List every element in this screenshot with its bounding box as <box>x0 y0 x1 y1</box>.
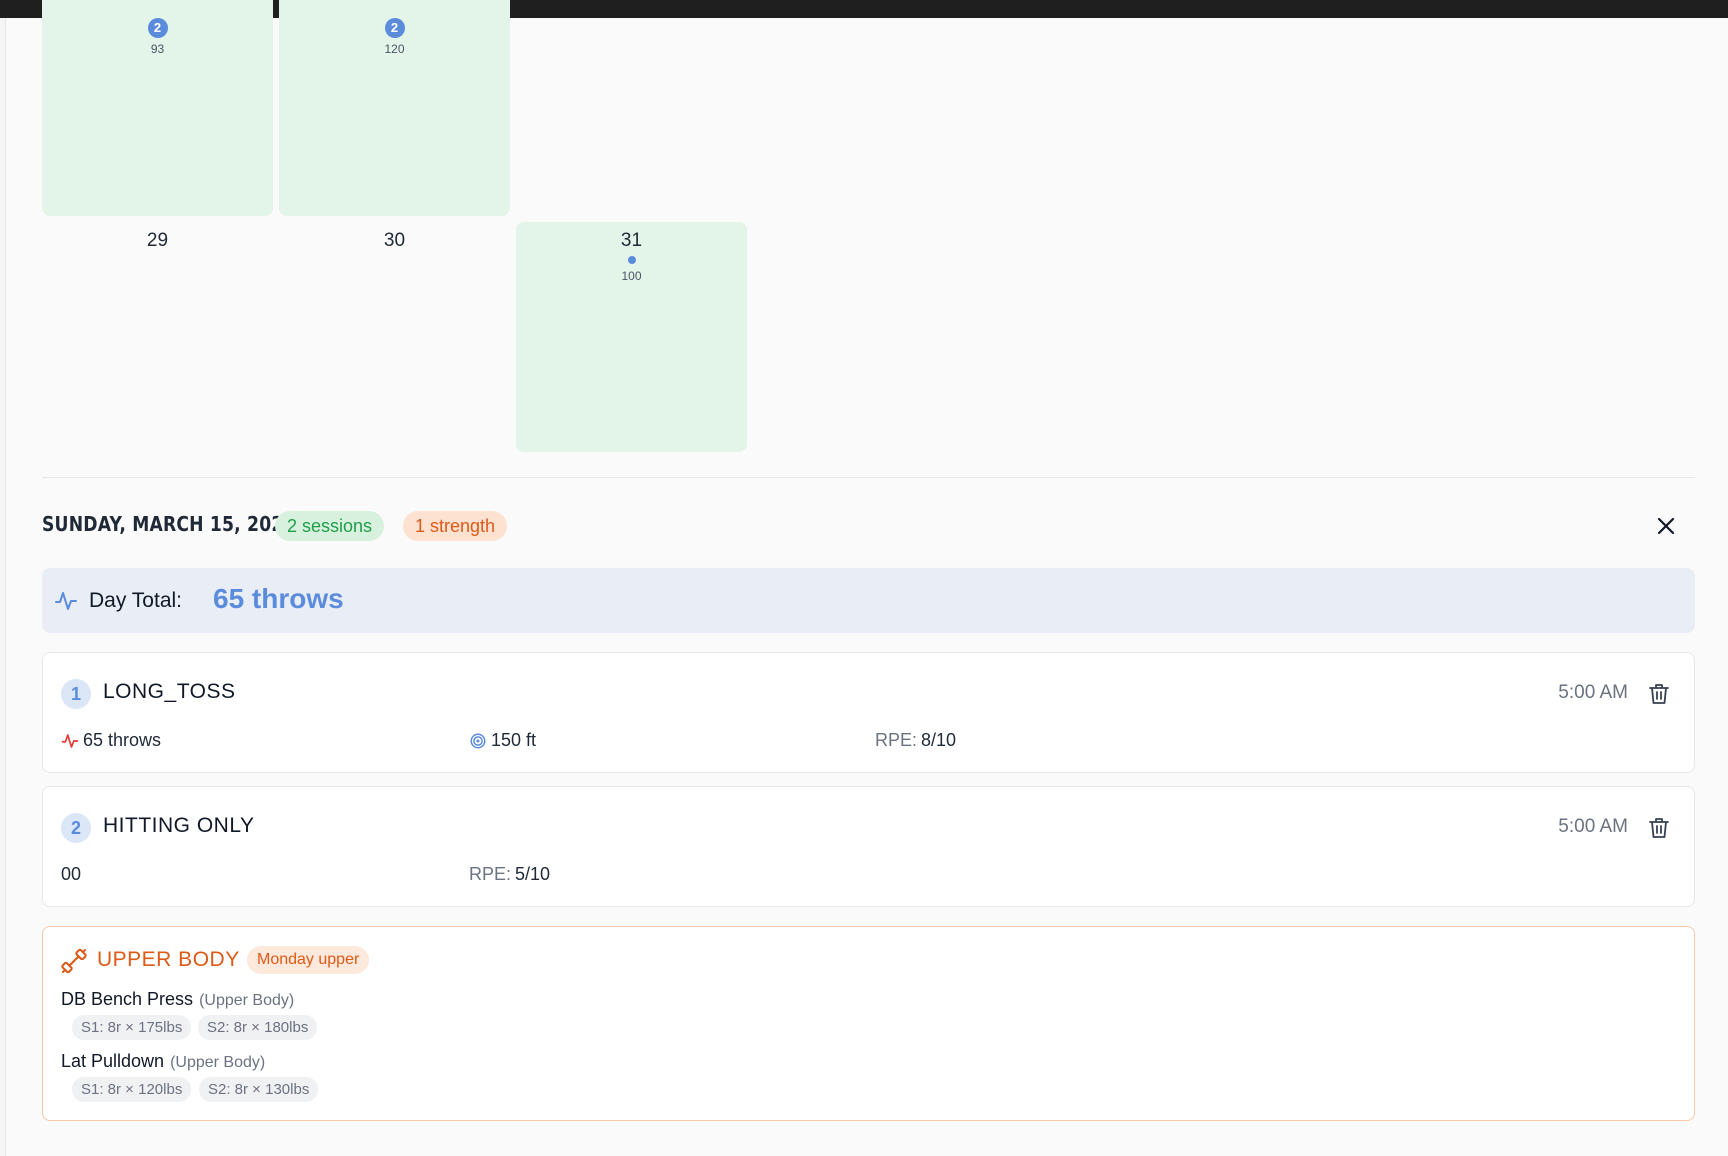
calendar-day-cell[interactable]: 29 <box>42 222 273 452</box>
exercise-row: Lat Pulldown (Upper Body) <box>61 1051 265 1072</box>
set-chip: S1: 8r × 120lbs <box>72 1077 192 1102</box>
strength-title: UPPER BODY <box>97 948 240 971</box>
session-card[interactable]: 2 HITTING ONLY 5:00 AM 00 RPE: 5/10 <box>42 786 1695 907</box>
set-chip: S1: 8r × 175lbs <box>72 1015 192 1040</box>
throw-count: 93 <box>150 42 165 56</box>
exercise-row: DB Bench Press (Upper Body) <box>61 989 294 1010</box>
rpe-value: 5/10 <box>515 864 551 884</box>
session-time: 5:00 AM <box>1558 816 1628 837</box>
strength-card[interactable]: UPPER BODY Monday upper DB Bench Press (U… <box>42 926 1695 1121</box>
distance-stat: 150 ft <box>469 730 536 751</box>
session-value: 00 <box>61 864 81 885</box>
exercise-category: (Upper Body) <box>199 992 295 1009</box>
day-total-label: Day Total: <box>89 589 182 612</box>
day-number: 29 <box>146 230 169 251</box>
trash-icon <box>1649 684 1669 704</box>
session-number: 2 <box>61 813 91 843</box>
close-icon <box>1657 517 1675 535</box>
exercise-category: (Upper Body) <box>170 1054 266 1071</box>
rpe-stat: RPE: 5/10 <box>469 864 550 885</box>
session-number: 1 <box>61 679 91 709</box>
activity-icon <box>55 592 77 610</box>
calendar-day-cell[interactable]: 2 93 <box>42 0 273 216</box>
set-chip: S2: 8r × 130lbs <box>199 1077 319 1102</box>
selected-date-title: SUNDAY, MARCH 15, 2026 <box>42 512 296 536</box>
divider <box>42 477 1695 478</box>
session-time: 5:00 AM <box>1558 682 1628 703</box>
day-number: 31 <box>620 230 643 251</box>
calendar-day-cell[interactable]: 31 100 <box>516 222 747 452</box>
calendar-day-cell[interactable]: 2 120 <box>279 0 510 216</box>
day-number: 30 <box>383 230 406 251</box>
exercise-name: DB Bench Press <box>61 989 194 1009</box>
session-name: HITTING ONLY <box>103 814 255 837</box>
rpe-label: RPE: <box>875 730 918 750</box>
sessions-badge: 2 sessions <box>275 511 385 541</box>
session-value-text: 00 <box>61 864 82 884</box>
session-count-badge: 2 <box>384 18 405 38</box>
delete-session-button[interactable] <box>1646 815 1672 841</box>
activity-icon <box>61 733 79 748</box>
delete-session-button[interactable] <box>1646 681 1672 707</box>
throw-count: 100 <box>621 269 642 283</box>
workout-tag: Monday upper <box>247 946 370 974</box>
close-button[interactable] <box>1653 513 1679 539</box>
set-chip: S2: 8r × 180lbs <box>198 1015 318 1040</box>
throws-value: 65 throws <box>83 730 162 750</box>
throw-count: 120 <box>384 42 405 56</box>
session-count-badge: 2 <box>147 18 168 38</box>
target-icon <box>470 733 486 748</box>
rpe-value: 8/10 <box>921 730 957 750</box>
throws-stat: 65 throws <box>61 730 161 751</box>
session-dot <box>627 256 636 264</box>
exercise-name: Lat Pulldown <box>61 1051 165 1071</box>
session-name: LONG_TOSS <box>103 680 236 703</box>
day-total-banner: Day Total: 65 throws <box>42 568 1695 633</box>
trash-icon <box>1649 818 1669 838</box>
day-total-value: 65 throws <box>213 583 344 614</box>
dumbbell-icon <box>61 948 87 974</box>
strength-badge: 1 strength <box>403 511 508 541</box>
rpe-label: RPE: <box>469 864 512 884</box>
session-card[interactable]: 1 LONG_TOSS 5:00 AM 65 throws 150 ft RPE… <box>42 652 1695 773</box>
rpe-stat: RPE: 8/10 <box>875 730 956 751</box>
distance-value: 150 ft <box>491 730 537 750</box>
calendar-day-cell[interactable]: 30 <box>279 222 510 452</box>
